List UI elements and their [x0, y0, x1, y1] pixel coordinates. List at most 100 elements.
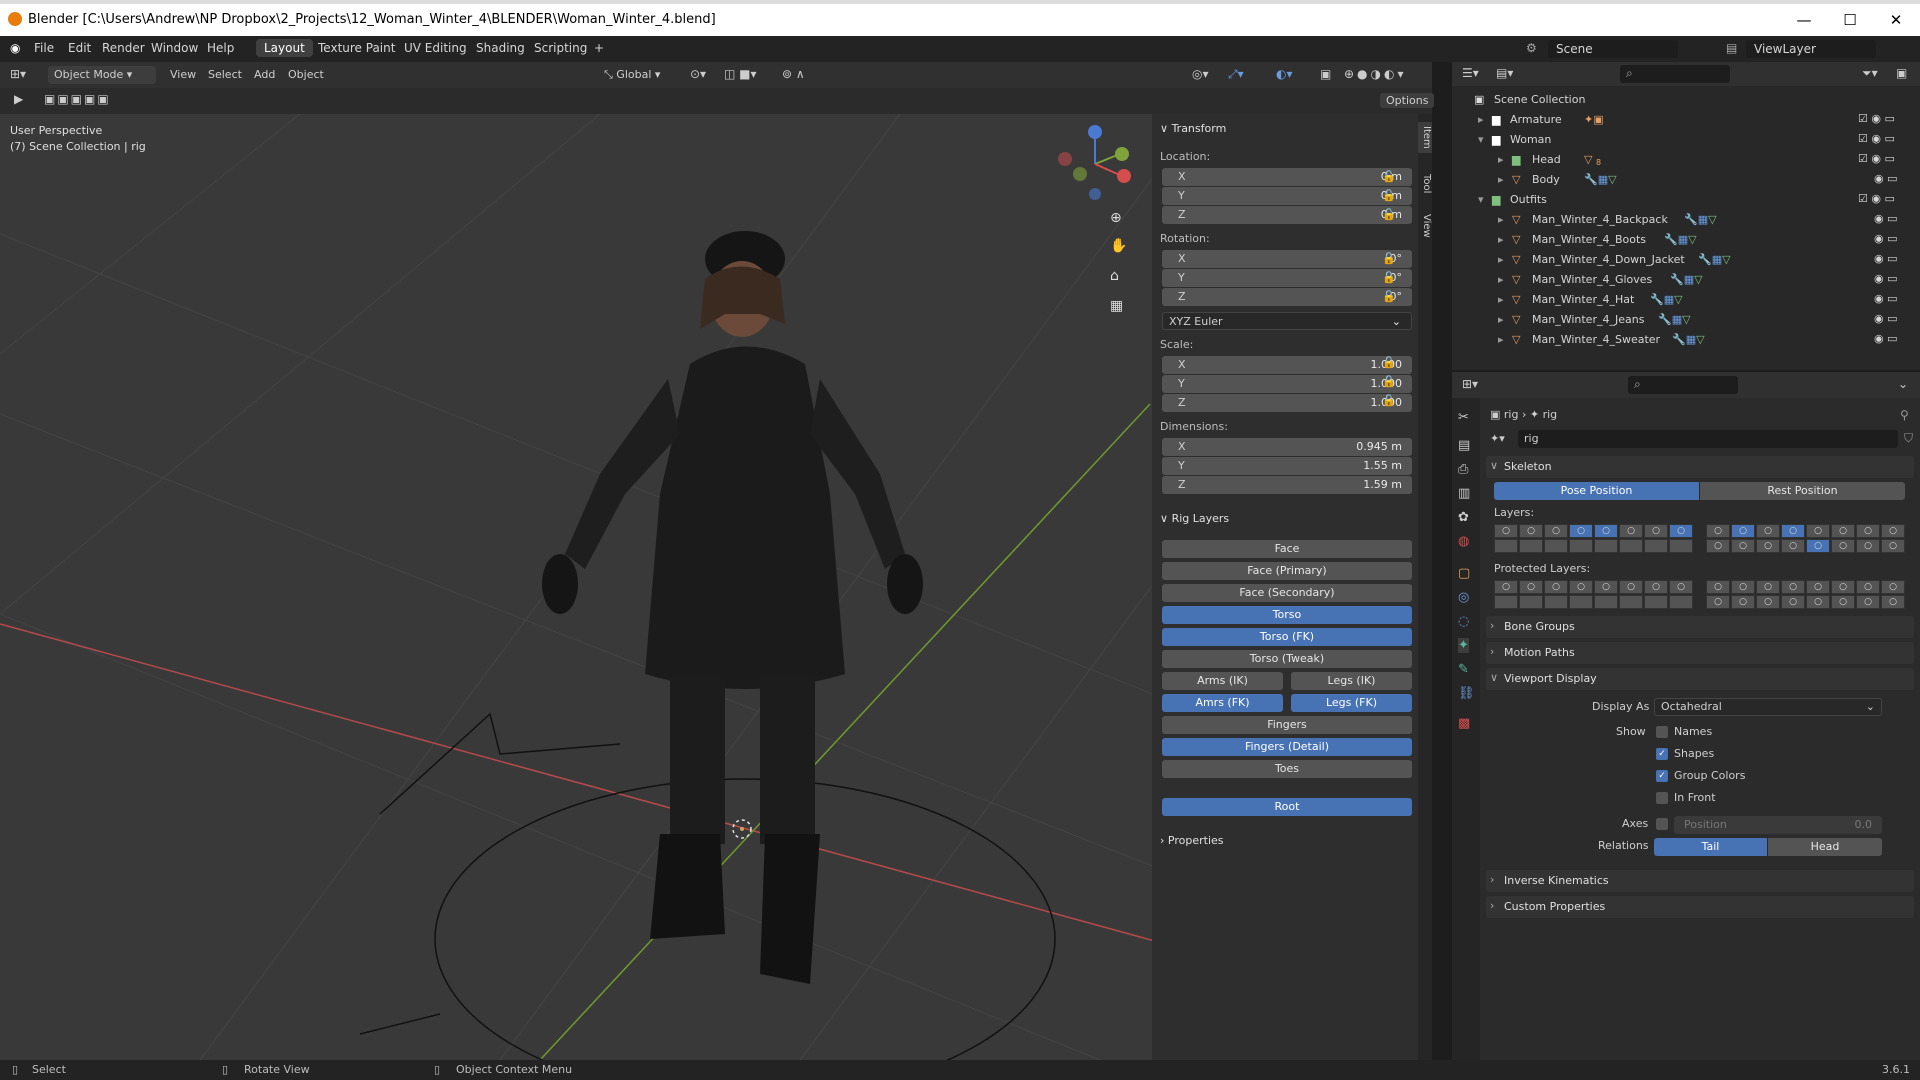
output-tab-icon[interactable]: ⎙: [1458, 462, 1468, 477]
outliner-row-armature[interactable]: ▸ ▆ Armature ✦▣ ☑ ◉ ▭: [1452, 110, 1920, 130]
transform-orientation[interactable]: ⤡ Global ▾: [604, 68, 660, 82]
fake-user-icon[interactable]: ⛉: [1904, 431, 1913, 446]
visibility-icons[interactable]: ◉ ▭: [1874, 252, 1898, 265]
checkbox-visibility-icons[interactable]: ☑ ◉ ▭: [1858, 112, 1895, 125]
rig-layer-fingers-detail[interactable]: Fingers (Detail): [1162, 738, 1412, 756]
lock-icon[interactable]: 🔓: [1382, 252, 1396, 265]
xray-icon[interactable]: ▣: [1320, 67, 1331, 81]
visibility-icons[interactable]: ◉ ▭: [1874, 332, 1898, 345]
layer-toggle[interactable]: ○: [1781, 595, 1805, 609]
menu-render[interactable]: Render: [102, 41, 145, 55]
layer-toggle[interactable]: ○: [1644, 580, 1668, 594]
layer-toggle[interactable]: [1494, 539, 1518, 553]
outliner-row-outfit[interactable]: ▸ ▽ Man_Winter_4_Jeans 🔧▦▽ ◉ ▭: [1452, 310, 1920, 330]
overlay-icon[interactable]: ◐▾: [1276, 67, 1293, 81]
outliner-row-body[interactable]: ▸ ▽ Body 🔧▦▽ ◉ ▭: [1452, 170, 1920, 190]
expand-icon[interactable]: ▸: [1498, 333, 1504, 346]
in-front-checkbox[interactable]: [1656, 792, 1668, 804]
layer-toggle[interactable]: ○: [1856, 539, 1880, 553]
layer-toggle[interactable]: ○: [1594, 524, 1618, 538]
pivot-icon[interactable]: ⊙▾: [690, 67, 706, 81]
rotation-z-field[interactable]: Z 0°: [1162, 288, 1412, 306]
menu-help[interactable]: Help: [207, 41, 234, 55]
layer-toggle[interactable]: ○: [1619, 524, 1643, 538]
visibility-icons[interactable]: ◉ ▭: [1874, 232, 1898, 245]
data-browse-icon[interactable]: ✦▾: [1490, 432, 1505, 445]
layer-toggle[interactable]: [1544, 595, 1568, 609]
layer-toggle[interactable]: ○: [1831, 524, 1855, 538]
tab-texture-paint[interactable]: Texture Paint: [310, 39, 403, 57]
lock-icon[interactable]: 🔓: [1382, 394, 1396, 407]
dimensions-z-field[interactable]: Z 1.59 m: [1162, 476, 1412, 494]
layer-toggle[interactable]: [1619, 539, 1643, 553]
layer-toggle[interactable]: [1669, 595, 1693, 609]
outliner-row-outfit[interactable]: ▸ ▽ Man_Winter_4_Hat 🔧▦▽ ◉ ▭: [1452, 290, 1920, 310]
rig-layer-torso-tweak[interactable]: Torso (Tweak): [1162, 650, 1412, 668]
layer-toggle[interactable]: ○: [1781, 539, 1805, 553]
scale-z-field[interactable]: Z 1.000: [1162, 394, 1412, 412]
outliner-row-outfit[interactable]: ▸ ▽ Man_Winter_4_Sweater 🔧▦▽ ◉ ▭: [1452, 330, 1920, 350]
snap-icon[interactable]: ◫ ■▾: [724, 67, 757, 81]
pose-position-button[interactable]: Pose Position: [1494, 482, 1699, 500]
layer-toggle[interactable]: ○: [1669, 524, 1693, 538]
lock-icon[interactable]: 🔓: [1382, 208, 1396, 221]
rig-layer-arms-fk[interactable]: Amrs (FK): [1162, 694, 1283, 712]
layer-toggle[interactable]: ○: [1731, 580, 1755, 594]
bone-tab-icon[interactable]: ✎: [1458, 662, 1469, 677]
expand-icon[interactable]: ▸: [1498, 293, 1504, 306]
layer-toggle[interactable]: ○: [1806, 539, 1830, 553]
checkbox-visibility-icons[interactable]: ☑ ◉ ▭: [1858, 152, 1895, 165]
view-layer-tab-icon[interactable]: ▥: [1458, 486, 1470, 501]
outliner-root-row[interactable]: ▣ Scene Collection: [1452, 90, 1920, 110]
expand-icon[interactable]: ▸: [1498, 153, 1504, 166]
relations-tail-button[interactable]: Tail: [1654, 838, 1767, 856]
camera-icon[interactable]: ⌂: [1110, 268, 1119, 284]
layer-toggle[interactable]: ○: [1881, 524, 1905, 538]
layer-toggle[interactable]: [1594, 595, 1618, 609]
lock-icon[interactable]: 🔓: [1382, 271, 1396, 284]
outliner-row-head[interactable]: ▸ ▆ Head ▽ 8 ☑ ◉ ▭: [1452, 150, 1920, 170]
layer-toggle[interactable]: ○: [1881, 580, 1905, 594]
layer-toggle[interactable]: ○: [1494, 524, 1518, 538]
lock-icon[interactable]: 🔓: [1382, 375, 1396, 388]
rotation-x-field[interactable]: X 0°: [1162, 250, 1412, 268]
collapse-icon[interactable]: ▾: [1478, 193, 1484, 206]
pin-icon[interactable]: ⚲: [1900, 408, 1909, 422]
layer-toggle[interactable]: ○: [1519, 580, 1543, 594]
rest-position-button[interactable]: Rest Position: [1700, 482, 1905, 500]
layer-toggle[interactable]: ○: [1731, 539, 1755, 553]
outliner-row-woman[interactable]: ▾ ▆ Woman ☑ ◉ ▭: [1452, 130, 1920, 150]
menu-file[interactable]: File: [34, 41, 54, 55]
tab-uv-editing[interactable]: UV Editing: [396, 39, 475, 57]
layer-toggle[interactable]: [1669, 539, 1693, 553]
layer-toggle[interactable]: ○: [1644, 524, 1668, 538]
axes-checkbox[interactable]: [1656, 818, 1668, 830]
skeleton-section[interactable]: ∨ Skeleton: [1486, 456, 1914, 478]
layer-toggle[interactable]: [1644, 595, 1668, 609]
layer-toggle[interactable]: ○: [1856, 580, 1880, 594]
lock-icon[interactable]: 🔓: [1382, 189, 1396, 202]
tool-tab-icon[interactable]: ✂: [1458, 410, 1469, 425]
sidebar-tab-view[interactable]: View: [1418, 210, 1432, 242]
viewport-menu-object[interactable]: Object: [288, 68, 324, 81]
layer-toggle[interactable]: ○: [1806, 524, 1830, 538]
tab-scripting[interactable]: Scripting: [526, 39, 595, 57]
transform-header[interactable]: ∨ Transform: [1160, 122, 1226, 135]
editor-type-icon[interactable]: ⊞▾: [10, 67, 26, 81]
visibility-icon[interactable]: ◎▾: [1192, 67, 1209, 81]
physics-tab-icon[interactable]: ◌: [1458, 614, 1469, 629]
bone-constraint-tab-icon[interactable]: ⛓: [1458, 686, 1475, 701]
maximize-button[interactable]: ☐: [1828, 8, 1872, 32]
layer-toggle[interactable]: ○: [1756, 524, 1780, 538]
layer-toggle[interactable]: ○: [1781, 524, 1805, 538]
scale-y-field[interactable]: Y 1.000: [1162, 375, 1412, 393]
rig-layer-torso[interactable]: Torso: [1162, 606, 1412, 624]
outliner-row-outfit[interactable]: ▸ ▽ Man_Winter_4_Gloves 🔧▦▽ ◉ ▭: [1452, 270, 1920, 290]
scene-tab-icon[interactable]: ✿: [1458, 510, 1469, 525]
properties-search-input[interactable]: ⌕: [1628, 376, 1738, 394]
location-z-field[interactable]: Z0 m: [1162, 206, 1412, 224]
gizmo-icon[interactable]: ⤢▾: [1228, 67, 1244, 82]
blender-menu-icon[interactable]: ◉: [10, 41, 20, 55]
properties-header[interactable]: › Properties: [1160, 834, 1224, 847]
layer-toggle[interactable]: ○: [1519, 524, 1543, 538]
